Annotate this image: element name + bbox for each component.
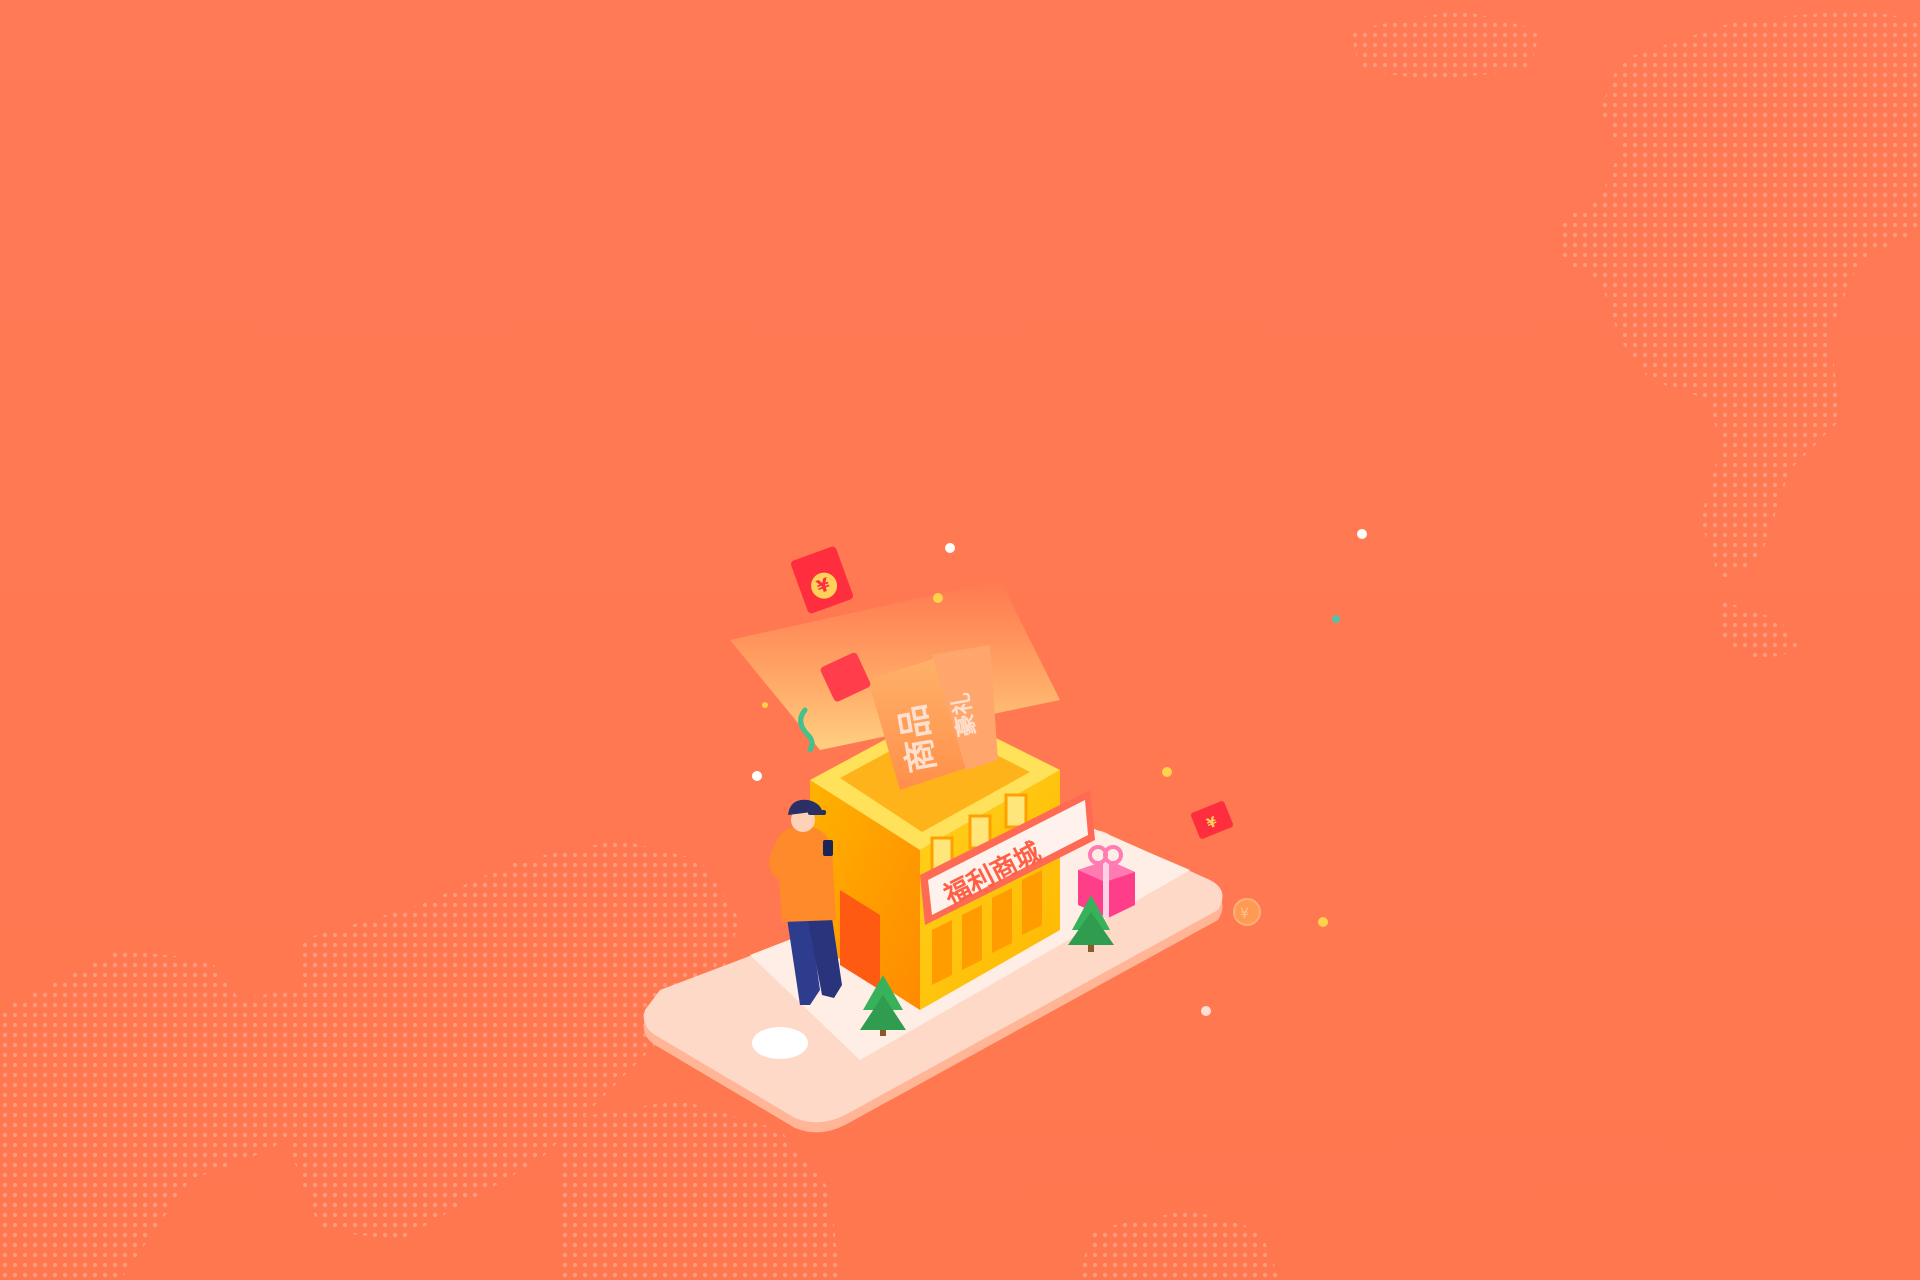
coin-icon: ¥: [1233, 898, 1261, 926]
promo-background: 福利商城 商品 豪礼 ¥ ¥ ¥: [0, 0, 1920, 1280]
illustration-canvas: 福利商城 商品 豪礼 ¥ ¥ ¥: [0, 10, 1920, 1280]
svg-text:¥: ¥: [1240, 906, 1249, 922]
